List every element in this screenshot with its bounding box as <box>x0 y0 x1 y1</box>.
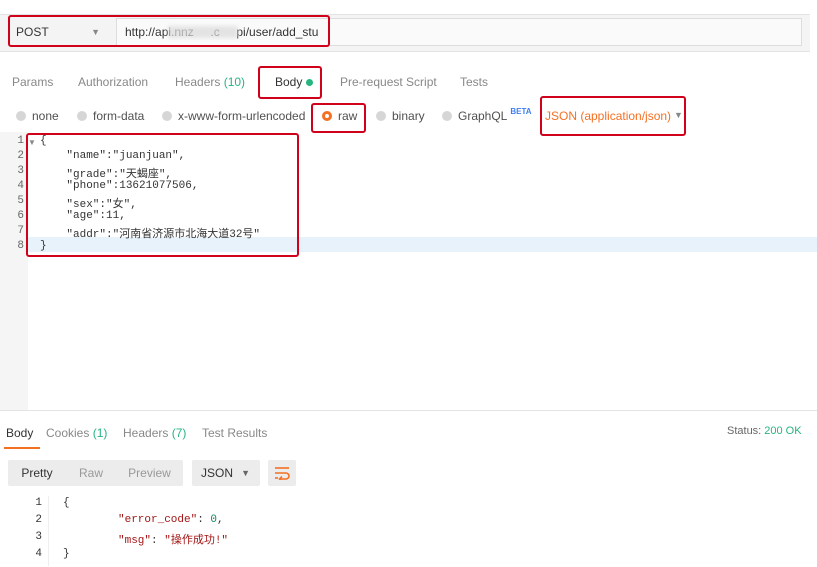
divider <box>48 496 49 566</box>
code-line: "error_code": 0, <box>118 514 224 526</box>
code-line: "age":11, <box>40 210 126 222</box>
tab-headers[interactable]: Headers (10) <box>175 74 245 90</box>
line-number: 8 <box>17 240 24 252</box>
line-number: 6 <box>17 210 24 222</box>
radio-graphql[interactable]: GraphQL BETA <box>442 106 532 123</box>
line-number: 5 <box>17 195 24 207</box>
content-type-select[interactable]: JSON (application/json) <box>545 109 671 123</box>
code-line: { <box>40 135 47 147</box>
line-number: 2 <box>35 514 42 526</box>
response-tab-body[interactable]: Body <box>6 426 33 440</box>
cookies-count: (1) <box>92 426 108 440</box>
line-number: 3 <box>17 165 24 177</box>
line-number: 4 <box>35 548 42 560</box>
fold-arrow-icon[interactable]: ▼ <box>28 138 36 147</box>
code-line: } <box>63 548 70 560</box>
line-number: 1 <box>35 497 42 509</box>
code-line: "name":"juanjuan", <box>40 150 186 162</box>
chevron-down-icon: ▼ <box>241 468 250 478</box>
body-active-dot <box>306 79 314 87</box>
tab-tests[interactable]: Tests <box>460 74 488 90</box>
divider <box>0 410 817 411</box>
line-number: 3 <box>35 531 42 543</box>
line-number: 2 <box>17 150 24 162</box>
beta-badge: BETA <box>510 106 532 116</box>
radio-form-data[interactable]: form-data <box>77 109 144 123</box>
radio-none[interactable]: none <box>16 109 59 123</box>
response-tab-cookies[interactable]: Cookies (1) <box>46 426 107 440</box>
code-line: "phone":13621077506, <box>40 180 199 192</box>
active-tab-indicator <box>262 97 318 99</box>
active-tab-indicator <box>4 447 40 449</box>
code-line: } <box>40 240 47 252</box>
line-number: 7 <box>17 225 24 237</box>
radio-binary[interactable]: binary <box>376 109 425 123</box>
response-tab-test-results[interactable]: Test Results <box>202 426 267 440</box>
wrap-icon <box>275 467 290 480</box>
line-number: 4 <box>17 180 24 192</box>
preview-button[interactable]: Preview <box>116 460 183 486</box>
wrap-lines-button[interactable] <box>268 460 296 486</box>
pretty-button[interactable]: Pretty <box>8 460 66 486</box>
chevron-down-icon[interactable]: ▼ <box>674 110 683 120</box>
url-redaction <box>168 26 238 38</box>
status-display: Status: 200 OK <box>727 425 802 437</box>
view-mode-group: Pretty Raw Preview <box>8 460 183 486</box>
tab-pre-request-script[interactable]: Pre-request Script <box>340 74 437 90</box>
tab-body[interactable]: Body <box>275 74 314 90</box>
method-label: POST <box>16 25 49 39</box>
line-number: 1 <box>17 135 24 147</box>
code-line: "msg": "操作成功!" <box>118 535 229 547</box>
headers-count: (10) <box>223 75 246 89</box>
code-line: "grade":"天蝎座", <box>40 169 173 181</box>
tab-params[interactable]: Params <box>12 74 53 90</box>
tab-authorization[interactable]: Authorization <box>78 74 148 90</box>
chevron-down-icon: ▼ <box>91 27 100 37</box>
method-select[interactable]: POST ▼ <box>8 18 108 46</box>
code-line: "sex":"女", <box>40 199 137 211</box>
response-format-select[interactable]: JSON ▼ <box>192 460 260 486</box>
raw-button[interactable]: Raw <box>66 460 116 486</box>
radio-x-www-form-urlencoded[interactable]: x-www-form-urlencoded <box>162 109 305 123</box>
response-headers-count: (7) <box>171 426 187 440</box>
code-line: { <box>63 497 70 509</box>
status-code: 200 OK <box>764 425 802 437</box>
code-line: "addr":"河南省济源市北海大道32号" <box>40 229 261 241</box>
radio-raw[interactable]: raw <box>322 109 357 123</box>
response-tab-headers[interactable]: Headers (7) <box>123 426 186 440</box>
